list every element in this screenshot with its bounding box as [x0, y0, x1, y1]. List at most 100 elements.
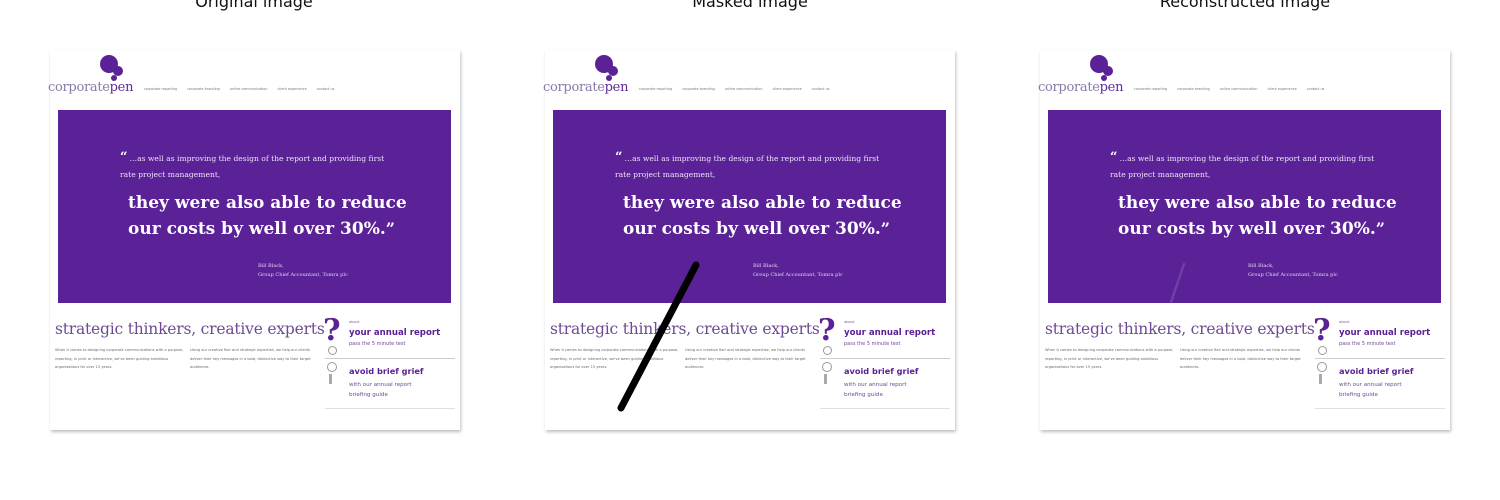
hero-attribution: Bill Black, Group Chief Accountant, Tomra…	[1248, 262, 1338, 280]
bulb-stem-icon	[329, 374, 332, 384]
question-dot-icon	[328, 346, 337, 355]
body-column-1: When it comes to designing corporate com…	[550, 348, 679, 369]
lightbulb-icon	[327, 362, 337, 372]
top-navigation: corporate reporting corporate branding o…	[144, 87, 334, 91]
nav-item-online-communication[interactable]: online communication	[725, 87, 763, 91]
hero-quote-main-text: they were also able to reduce our costs …	[128, 193, 407, 239]
logo-wordmark[interactable]: corporatepen	[1038, 80, 1123, 95]
body-column-2: Using our creative flair and strategic e…	[685, 348, 806, 369]
hero-banner: “…as well as improving the design of the…	[1048, 110, 1441, 303]
lightbulb-icon	[822, 362, 832, 372]
sidebar-bottom-divider	[820, 408, 950, 409]
logo-text-suffix: pen	[109, 80, 134, 95]
speech-bubble-logo-icon	[595, 55, 618, 81]
sidebar-promos: ? about your annual report pass the 5 mi…	[818, 313, 950, 412]
panel-original: corporatepen corporate reporting corpora…	[46, 50, 466, 440]
brief-grief-link[interactable]: avoid brief grief	[1339, 366, 1414, 376]
attribution-role: Group Chief Accountant, Tomra plc	[1248, 272, 1338, 278]
hero-quote-intro: “…as well as improving the design of the…	[615, 150, 885, 183]
question-dot-icon	[1318, 346, 1327, 355]
attribution-role: Group Chief Accountant, Tomra plc	[258, 272, 348, 278]
nav-item-online-communication[interactable]: online communication	[1220, 87, 1258, 91]
annual-report-subtitle: pass the 5 minute test	[1339, 341, 1396, 347]
hero-attribution: Bill Black, Group Chief Accountant, Tomra…	[258, 262, 348, 280]
brief-grief-subtitle-line-2: briefing guide	[844, 392, 883, 398]
brief-grief-link[interactable]: avoid brief grief	[844, 366, 919, 376]
brief-grief-subtitle-line-2: briefing guide	[349, 392, 388, 398]
nav-item-contact-us[interactable]: contact us	[317, 87, 335, 91]
website-page: corporatepen corporate reporting corpora…	[1038, 50, 1450, 430]
annual-report-subtitle: pass the 5 minute test	[844, 341, 901, 347]
panel-reconstructed: corporatepen corporate reporting corpora…	[1036, 50, 1456, 440]
hero-quote-intro-text: …as well as improving the design of the …	[1110, 154, 1375, 179]
nav-item-client-experience[interactable]: client experience	[1267, 87, 1296, 91]
sidebar-divider	[1315, 358, 1445, 359]
open-quote-icon: “	[120, 150, 128, 165]
hero-quote-intro-text: …as well as improving the design of the …	[615, 154, 880, 179]
sidebar-promos: ? about your annual report pass the 5 mi…	[323, 313, 455, 412]
question-mark-icon: ?	[1313, 313, 1331, 348]
close-quote-icon: ”	[385, 219, 395, 238]
question-mark-icon: ?	[323, 313, 341, 348]
body-column-1: When it comes to designing corporate com…	[55, 348, 184, 369]
nav-item-online-communication[interactable]: online communication	[230, 87, 268, 91]
hero-quote-main: they were also able to reduce our costs …	[1118, 190, 1408, 242]
sidebar-divider	[325, 358, 455, 359]
annual-report-link[interactable]: your annual report	[349, 328, 440, 338]
annual-report-link[interactable]: your annual report	[1339, 328, 1430, 338]
lightbulb-icon	[1317, 362, 1327, 372]
brief-grief-subtitle-line-1: with our annual report	[844, 382, 907, 388]
nav-item-corporate-reporting[interactable]: corporate reporting	[144, 87, 177, 91]
sidebar-small-label: about	[349, 320, 360, 324]
logo-wordmark[interactable]: corporatepen	[48, 80, 133, 95]
attribution-name: Bill Black,	[753, 263, 779, 269]
hero-banner: “…as well as improving the design of the…	[553, 110, 946, 303]
logo-wordmark[interactable]: corporatepen	[543, 80, 628, 95]
nav-item-corporate-reporting[interactable]: corporate reporting	[639, 87, 672, 91]
hero-quote-intro-text: …as well as improving the design of the …	[120, 154, 385, 179]
nav-item-client-experience[interactable]: client experience	[277, 87, 306, 91]
close-quote-icon: ”	[880, 219, 890, 238]
body-column-2: Using our creative flair and strategic e…	[190, 348, 311, 369]
hero-attribution: Bill Black, Group Chief Accountant, Tomra…	[753, 262, 843, 280]
annual-report-subtitle: pass the 5 minute test	[349, 341, 406, 347]
panel-title-reconstructed: Reconstructed image	[1159, 0, 1331, 11]
strapline: strategic thinkers, creative experts	[1045, 320, 1315, 338]
nav-item-contact-us[interactable]: contact us	[1307, 87, 1325, 91]
panel-title-original: Original image	[195, 0, 313, 11]
brief-grief-link[interactable]: avoid brief grief	[349, 366, 424, 376]
annual-report-link[interactable]: your annual report	[844, 328, 935, 338]
panel-title-masked: Masked image	[692, 0, 808, 11]
speech-bubble-logo-icon	[1090, 55, 1113, 81]
nav-item-client-experience[interactable]: client experience	[772, 87, 801, 91]
question-mark-icon: ?	[818, 313, 836, 348]
nav-item-corporate-branding[interactable]: corporate branding	[1177, 87, 1210, 91]
logo-text-suffix: pen	[604, 80, 629, 95]
website-page: corporatepen corporate reporting corpora…	[543, 50, 955, 430]
brief-grief-subtitle-line-1: with our annual report	[349, 382, 412, 388]
logo-text-suffix: pen	[1099, 80, 1124, 95]
nav-item-corporate-reporting[interactable]: corporate reporting	[1134, 87, 1167, 91]
strapline: strategic thinkers, creative experts	[550, 320, 820, 338]
close-quote-icon: ”	[1375, 219, 1385, 238]
nav-item-corporate-branding[interactable]: corporate branding	[187, 87, 220, 91]
question-dot-icon	[823, 346, 832, 355]
top-navigation: corporate reporting corporate branding o…	[1134, 87, 1324, 91]
sidebar-promos: ? about your annual report pass the 5 mi…	[1313, 313, 1445, 412]
attribution-name: Bill Black,	[1248, 263, 1274, 269]
top-navigation: corporate reporting corporate branding o…	[639, 87, 829, 91]
panel-masked: corporatepen corporate reporting corpora…	[541, 50, 961, 440]
strapline: strategic thinkers, creative experts	[55, 320, 325, 338]
nav-item-contact-us[interactable]: contact us	[812, 87, 830, 91]
body-column-2: Using our creative flair and strategic e…	[1180, 348, 1301, 369]
logo-text-prefix: corporate	[48, 80, 110, 95]
brief-grief-subtitle-line-1: with our annual report	[1339, 382, 1402, 388]
speech-bubble-logo-icon	[100, 55, 123, 81]
brief-grief-subtitle: with our annual report briefing guide	[349, 380, 412, 400]
brief-grief-subtitle: with our annual report briefing guide	[844, 380, 907, 400]
nav-item-corporate-branding[interactable]: corporate branding	[682, 87, 715, 91]
bulb-stem-icon	[824, 374, 827, 384]
logo-text-prefix: corporate	[543, 80, 605, 95]
brief-grief-subtitle-line-2: briefing guide	[1339, 392, 1378, 398]
hero-banner: “…as well as improving the design of the…	[58, 110, 451, 303]
